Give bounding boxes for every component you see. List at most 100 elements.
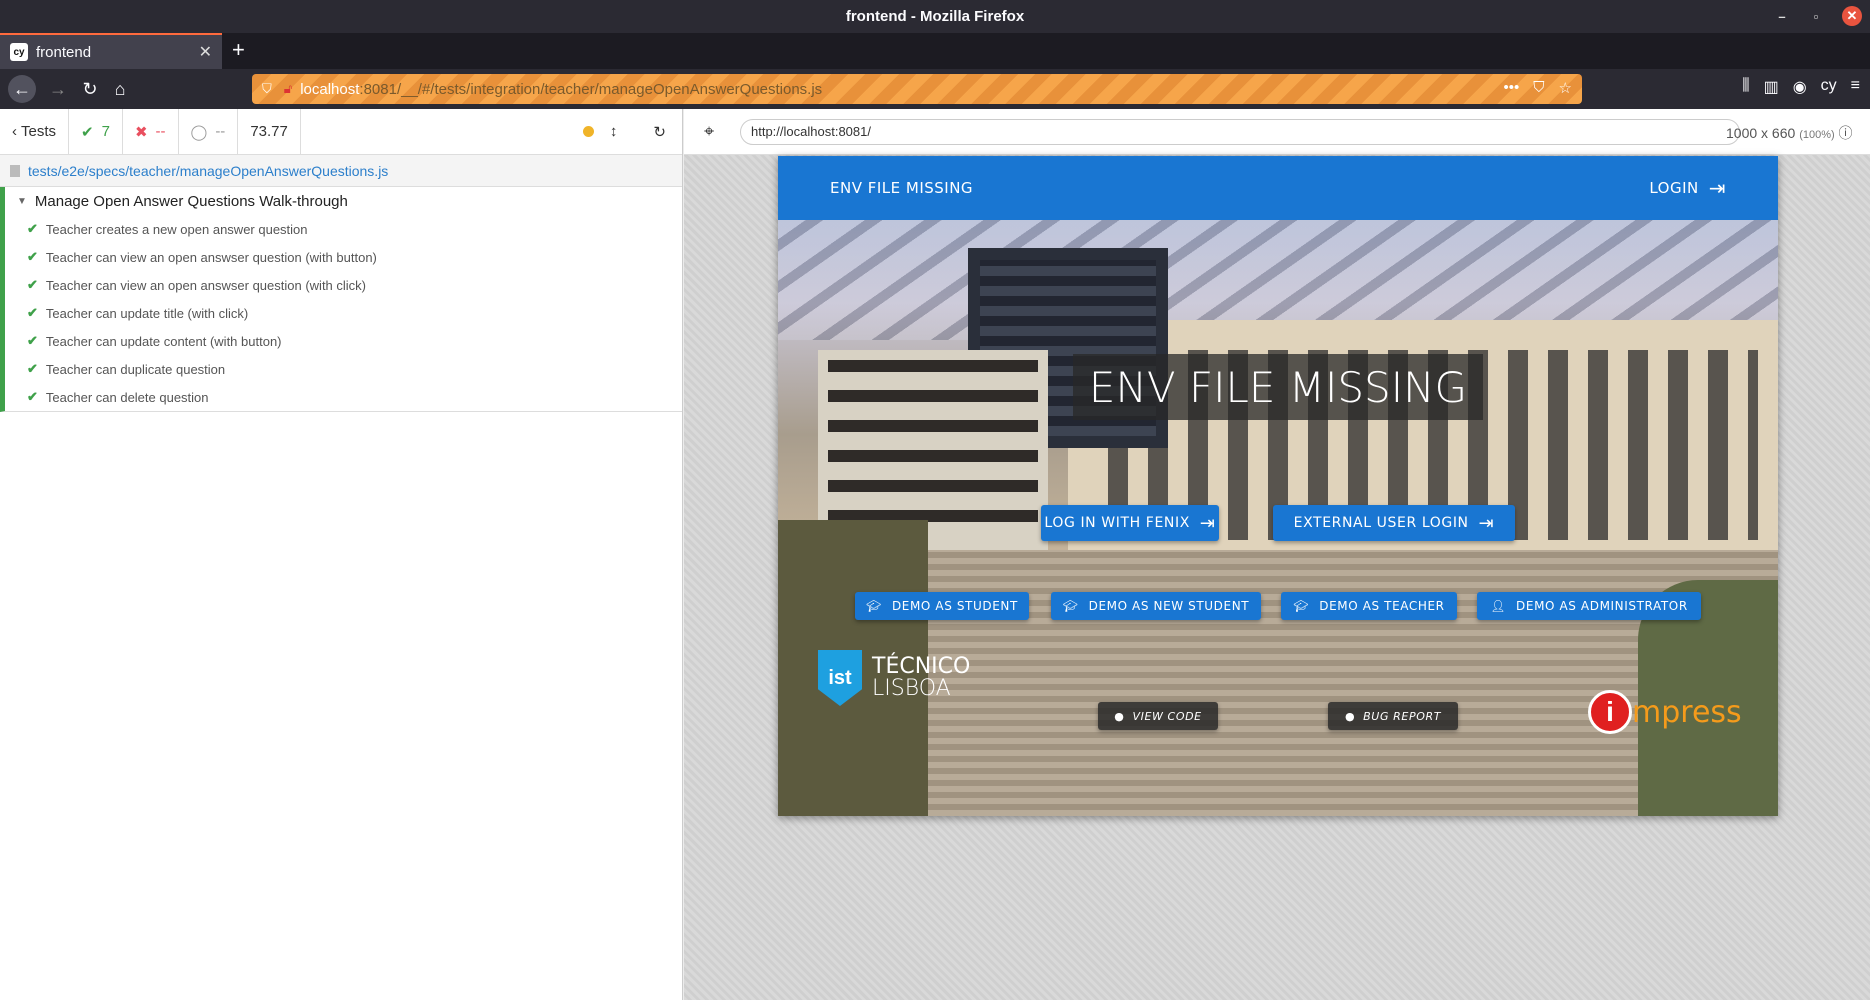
viewport-zoom: (100%) <box>1799 129 1835 141</box>
rerun-icon[interactable]: ↻ <box>653 123 666 141</box>
check-icon: ✔ <box>27 305 38 320</box>
app-toolbar: ENV FILE MISSING LOGIN ⇥ <box>778 156 1778 220</box>
forward-icon[interactable]: → <box>44 75 72 103</box>
demo-teacher-label: DEMO AS TEACHER <box>1319 599 1445 613</box>
auto-scroll-icon[interactable]: ↕ <box>610 123 618 140</box>
login-icon: ⇥ <box>1478 512 1495 534</box>
hero-background: ENV FILE MISSING LOG IN WITH FENIX ⇥ EXT… <box>778 220 1778 816</box>
window-titlebar: frontend - Mozilla Firefox – ▫ ✕ <box>0 0 1870 33</box>
ist-shield-icon: ist <box>818 650 862 706</box>
suite-title: Manage Open Answer Questions Walk-throug… <box>34 192 348 210</box>
toolbar-right: ⫼ ▥ ◉ cy ≡ <box>1742 77 1860 97</box>
tab-close-icon[interactable]: ✕ <box>199 42 212 62</box>
test-item[interactable]: ✔ Teacher can update title (with click) <box>5 299 682 327</box>
cypress-extension-icon[interactable]: cy <box>1821 77 1837 97</box>
new-tab-icon[interactable]: + <box>232 37 245 63</box>
test-item[interactable]: ✔ Teacher can view an open answser questi… <box>5 271 682 299</box>
test-item[interactable]: ✔ Teacher creates a new open answer quest… <box>5 215 682 243</box>
tab-strip: cy frontend ✕ + <box>0 33 1870 69</box>
browser-tab[interactable]: cy frontend ✕ <box>0 33 222 69</box>
url-bar[interactable]: ⛉ 🔓︎ localhost :8081/__/#/tests/integrat… <box>252 74 1582 104</box>
test-title: Teacher can duplicate question <box>45 361 226 377</box>
view-code-label: VIEW CODE <box>1132 709 1202 723</box>
info-icon[interactable]: ⓘ <box>1839 125 1853 141</box>
graduation-cap-icon: 🎓︎ <box>1293 599 1310 613</box>
url-host: localhost <box>300 80 360 98</box>
viewport-size: 1000 x 660 (100%) ⓘ <box>1726 123 1853 143</box>
external-login-label: EXTERNAL USER LOGIN <box>1293 515 1469 531</box>
reporter-header: ‹ Tests ✔ 7 ✖ -- ◯ -- 73.77 ↕ ↻ <box>0 108 682 155</box>
failed-count: ✖ -- <box>123 108 179 155</box>
library-icon[interactable]: ⫼ <box>1742 77 1749 97</box>
pending-circle-icon: ◯ <box>190 123 208 141</box>
pending-number: -- <box>215 123 226 140</box>
login-button[interactable]: LOGIN ⇥ <box>1649 176 1726 200</box>
pocket-icon[interactable]: ⛉ <box>1533 79 1544 97</box>
maximize-icon[interactable]: ▫ <box>1808 9 1824 24</box>
pending-count: ◯ -- <box>179 108 239 155</box>
demo-student-button[interactable]: 🎓︎ DEMO AS STUDENT <box>855 592 1029 620</box>
spec-path-row[interactable]: tests/e2e/specs/teacher/manageOpenAnswer… <box>0 155 682 187</box>
minimize-icon[interactable]: – <box>1774 9 1790 24</box>
passed-number: 7 <box>101 123 110 140</box>
url-actions: ••• ⛉ ☆ <box>1504 79 1572 97</box>
bug-report-button[interactable]: ● BUG REPORT <box>1328 702 1458 730</box>
tracking-shield-icon[interactable]: ⛉ <box>262 81 272 97</box>
reload-icon[interactable]: ↻ <box>76 75 104 103</box>
graduation-cap-icon: 🎓︎ <box>1062 599 1079 613</box>
caret-down-icon: ▼ <box>17 195 27 207</box>
selector-playground-icon[interactable]: ⌖ <box>704 121 714 142</box>
bookmark-star-icon[interactable]: ☆ <box>1559 79 1572 97</box>
app-brand[interactable]: ENV FILE MISSING <box>830 179 973 197</box>
sidebar-icon[interactable]: ▥ <box>1764 77 1779 97</box>
demo-administrator-label: DEMO AS ADMINISTRATOR <box>1516 599 1688 613</box>
app-frame: ENV FILE MISSING LOGIN ⇥ ENV FILE MISSIN… <box>778 156 1778 816</box>
menu-icon[interactable]: ≡ <box>1851 77 1860 97</box>
login-icon: ⇥ <box>1708 176 1726 200</box>
view-code-button[interactable]: ● VIEW CODE <box>1098 702 1218 730</box>
check-icon: ✔ <box>27 389 38 404</box>
insecure-lock-icon[interactable]: 🔓︎ <box>284 81 292 97</box>
home-icon[interactable]: ⌂ <box>106 75 134 103</box>
demo-student-label: DEMO AS STUDENT <box>891 599 1018 613</box>
account-icon[interactable]: ◉ <box>1793 77 1807 97</box>
spec-path[interactable]: tests/e2e/specs/teacher/manageOpenAnswer… <box>28 163 388 179</box>
demo-new-student-button[interactable]: 🎓︎ DEMO AS NEW STUDENT <box>1051 592 1261 620</box>
back-icon[interactable]: ← <box>8 75 36 103</box>
file-icon <box>10 164 20 177</box>
check-icon: ✔ <box>27 221 38 236</box>
x-icon: ✖ <box>134 123 148 141</box>
test-item[interactable]: ✔ Teacher can delete question <box>5 383 682 411</box>
check-icon: ✔ <box>27 333 38 348</box>
demo-administrator-button[interactable]: 👤︎ DEMO AS ADMINISTRATOR <box>1477 592 1701 620</box>
tecnico-logo[interactable]: ist TÉCNICO LISBOA <box>818 650 970 706</box>
external-login-button[interactable]: EXTERNAL USER LOGIN ⇥ <box>1273 505 1515 541</box>
test-suite: ▼ Manage Open Answer Questions Walk-thro… <box>0 187 682 412</box>
tecnico-line-1: TÉCNICO <box>872 654 971 679</box>
close-window-icon[interactable]: ✕ <box>1842 6 1862 26</box>
test-title: Teacher creates a new open answer questi… <box>45 221 308 237</box>
tests-back-button[interactable]: ‹ Tests <box>0 108 70 155</box>
page-actions-icon[interactable]: ••• <box>1504 79 1520 97</box>
check-icon: ✔ <box>27 361 38 376</box>
test-item[interactable]: ✔ Teacher can duplicate question <box>5 355 682 383</box>
hero-title: ENV FILE MISSING <box>1073 354 1483 420</box>
tests-label: Tests <box>21 123 57 140</box>
test-item[interactable]: ✔ Teacher can update content (with button… <box>5 327 682 355</box>
duration: 73.77 <box>238 108 301 155</box>
tab-label: frontend <box>36 43 92 61</box>
check-icon: ✔ <box>27 277 38 292</box>
tecnico-name: TÉCNICO LISBOA <box>872 656 970 700</box>
test-item[interactable]: ✔ Teacher can view an open answser questi… <box>5 243 682 271</box>
tecnico-line-2: LISBOA <box>872 676 951 701</box>
fenix-login-button[interactable]: LOG IN WITH FENIX ⇥ <box>1041 505 1219 541</box>
aut-url-field[interactable]: http://localhost:8081/ <box>740 119 1740 145</box>
demo-teacher-button[interactable]: 🎓︎ DEMO AS TEACHER <box>1281 592 1457 620</box>
impress-logo[interactable]: i mpress <box>1588 690 1742 734</box>
suite-title-row[interactable]: ▼ Manage Open Answer Questions Walk-thro… <box>5 187 682 215</box>
window-controls: – ▫ ✕ <box>1774 6 1862 26</box>
check-icon: ✔ <box>81 123 94 141</box>
passed-count: ✔ 7 <box>69 108 123 155</box>
url-path: :8081/__/#/tests/integration/teacher/man… <box>359 80 823 98</box>
check-icon: ✔ <box>27 249 38 264</box>
